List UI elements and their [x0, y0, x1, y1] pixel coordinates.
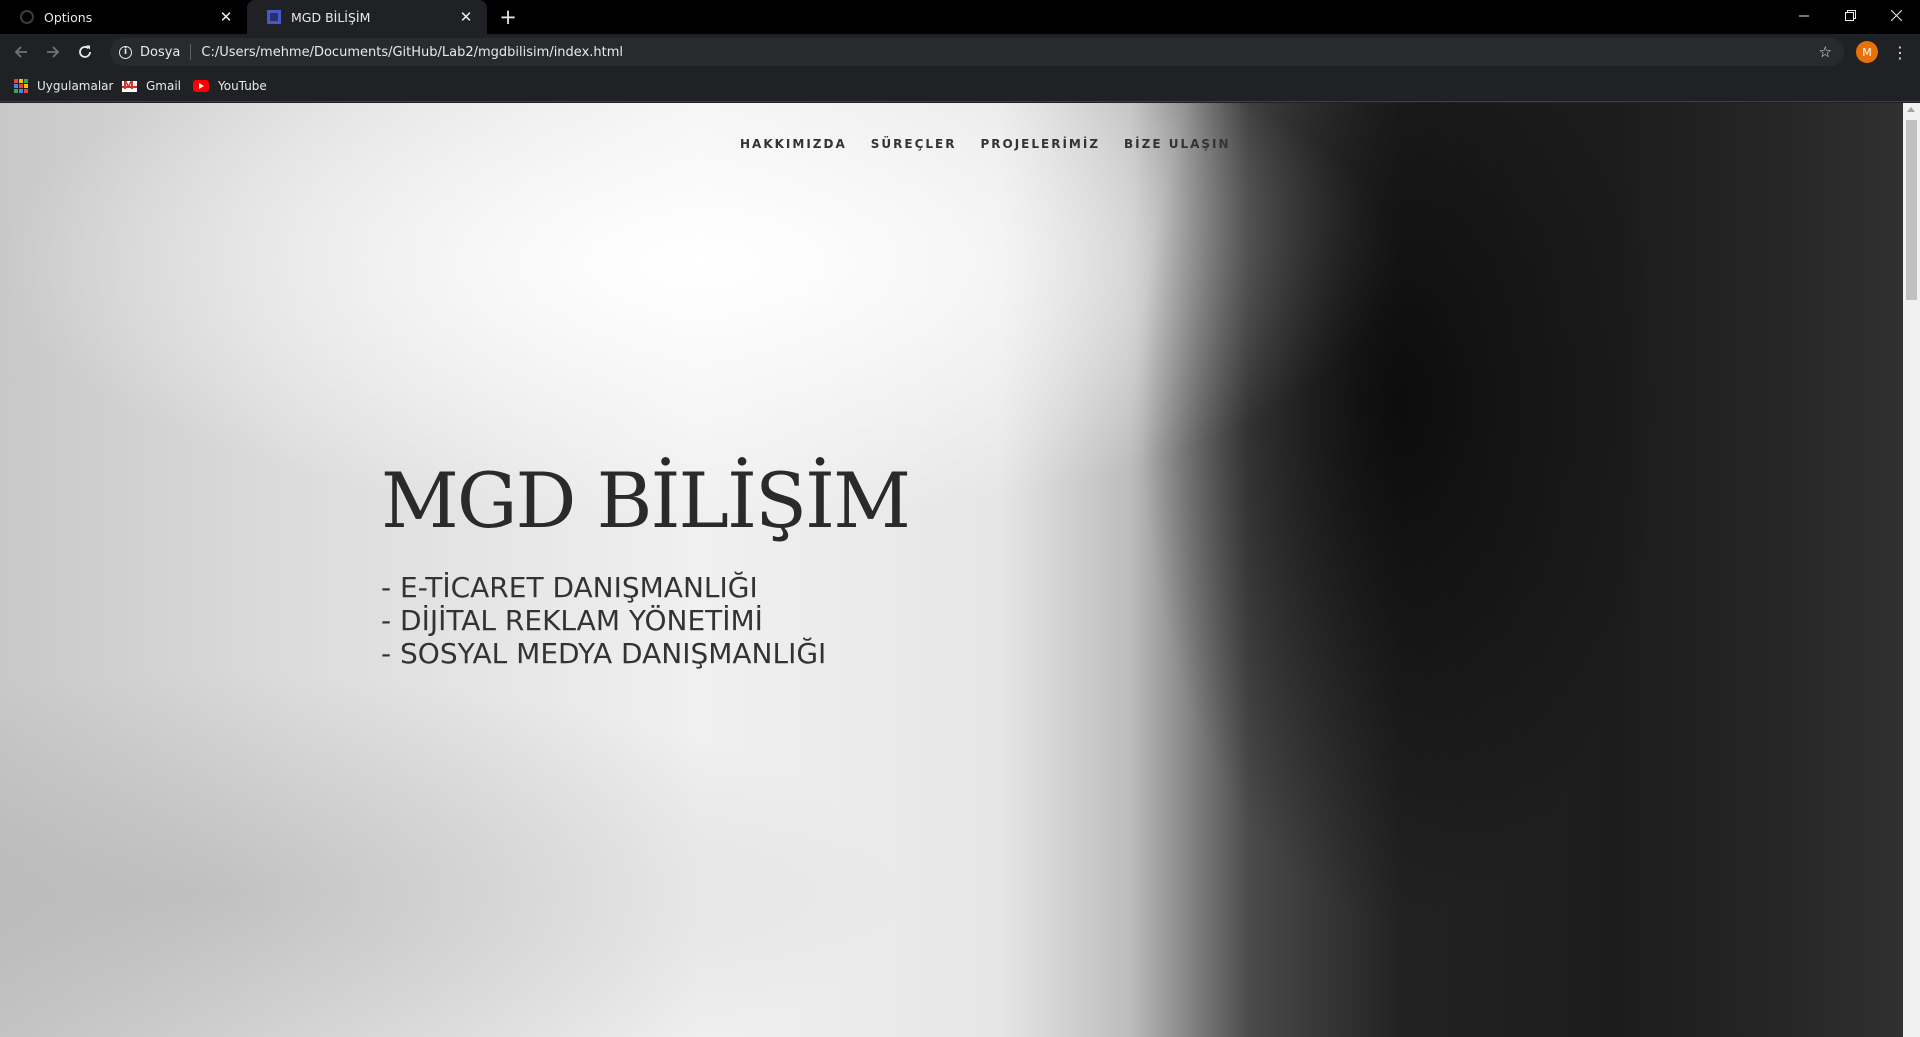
hero-services: - E-TİCARET DANIŞMANLIĞI - DİJİTAL REKLA…: [381, 571, 826, 670]
nav-link-projelerimiz[interactable]: PROJELERİMİZ: [980, 137, 1100, 151]
site-favicon-icon: [267, 10, 281, 24]
service-line: - SOSYAL MEDYA DANIŞMANLIĞI: [381, 637, 827, 670]
youtube-icon: [193, 80, 209, 92]
restore-button[interactable]: [1827, 0, 1873, 30]
close-icon[interactable]: ✕: [217, 8, 235, 26]
profile-avatar[interactable]: M: [1856, 41, 1878, 63]
bookmark-youtube[interactable]: YouTube: [193, 77, 267, 95]
tab-mgd-bilisim[interactable]: MGD BİLİŞİM ✕: [247, 0, 487, 34]
bookmark-star-icon[interactable]: ☆: [1819, 43, 1832, 61]
divider: [190, 44, 192, 60]
bookmarks-bar: Uygulamalar Gmail YouTube: [0, 70, 1920, 102]
arrow-right-icon: [47, 46, 60, 58]
reload-button[interactable]: [72, 39, 98, 65]
bookmark-gmail[interactable]: Gmail: [122, 77, 181, 95]
back-button[interactable]: [8, 39, 34, 65]
restore-icon: [1844, 9, 1856, 21]
info-icon[interactable]: i: [119, 45, 132, 59]
bookmark-apps[interactable]: Uygulamalar: [14, 77, 113, 95]
address-bar[interactable]: i Dosya C:/Users/mehme/Documents/GitHub/…: [110, 38, 1844, 66]
minimize-icon: [1798, 15, 1809, 16]
hero-title: MGD BİLİŞİM: [381, 456, 911, 545]
nav-link-hakkimizda[interactable]: HAKKIMIZDA: [740, 137, 847, 151]
close-icon: [1890, 9, 1902, 21]
bookmark-label: YouTube: [218, 79, 267, 93]
bookmark-label: Uygulamalar: [37, 79, 114, 93]
forward-button[interactable]: [40, 39, 66, 65]
page-scrollbar[interactable]: [1903, 103, 1920, 1037]
site-nav: HAKKIMIZDA SÜREÇLER PROJELERİMİZ BİZE UL…: [740, 137, 1231, 151]
bookmark-label: Gmail: [146, 79, 182, 93]
tab-options[interactable]: Options ✕: [0, 0, 247, 34]
nav-link-bize-ulasin[interactable]: BİZE ULAŞIN: [1124, 137, 1231, 151]
tab-title: Options: [44, 9, 93, 25]
close-icon[interactable]: ✕: [457, 8, 475, 26]
browser-toolbar: i Dosya C:/Users/mehme/Documents/GitHub/…: [0, 34, 1920, 70]
service-line: - DİJİTAL REKLAM YÖNETİMİ: [381, 604, 763, 637]
tab-strip: Options ✕ MGD BİLİŞİM ✕ +: [0, 0, 1920, 34]
apps-grid-icon: [14, 79, 28, 93]
nav-link-surecler[interactable]: SÜREÇLER: [871, 137, 957, 151]
gmail-icon: [122, 80, 137, 92]
scheme-label: Dosya: [140, 44, 181, 60]
scroll-up-arrow-icon[interactable]: [1907, 107, 1915, 112]
close-window-button[interactable]: [1873, 0, 1919, 30]
url-text[interactable]: C:/Users/mehme/Documents/GitHub/Lab2/mgd…: [201, 45, 623, 60]
browser-menu-icon[interactable]: ⋮: [1888, 39, 1912, 65]
arrow-left-icon: [14, 46, 27, 58]
service-line: - E-TİCARET DANIŞMANLIĞI: [381, 571, 758, 604]
new-tab-button[interactable]: +: [496, 6, 520, 28]
loading-icon: [20, 10, 34, 24]
page-viewport: HAKKIMIZDA SÜREÇLER PROJELERİMİZ BİZE UL…: [0, 103, 1903, 1037]
scroll-thumb[interactable]: [1906, 120, 1917, 300]
tab-title: MGD BİLİŞİM: [291, 9, 371, 25]
minimize-button[interactable]: [1781, 0, 1827, 30]
reload-icon: [79, 45, 91, 58]
